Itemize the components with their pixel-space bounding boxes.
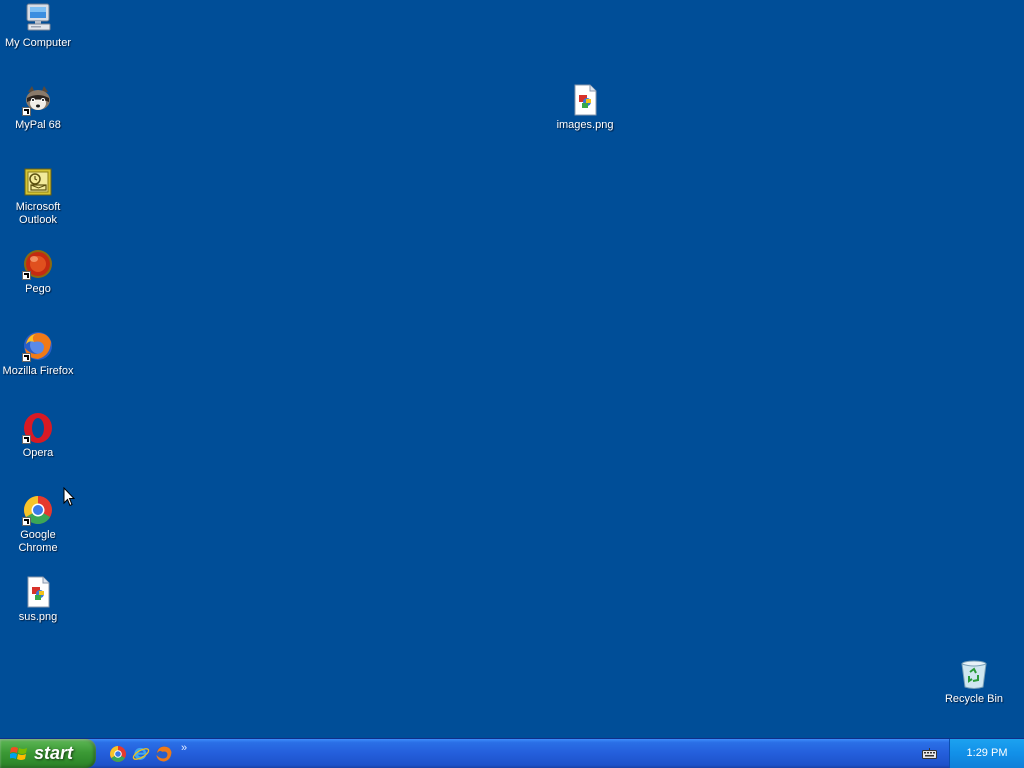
desktop-icon-recycle-bin[interactable]: Recycle Bin	[936, 658, 1012, 706]
desktop-icon-label: Mozilla Firefox	[2, 365, 74, 377]
start-label: start	[34, 743, 74, 763]
mypal-icon	[22, 84, 54, 116]
image-file-icon	[22, 576, 54, 608]
desktop-icon-label: Microsoft Outlook	[15, 201, 61, 226]
desktop-icon-label: Pego	[25, 283, 51, 295]
recycle-bin-icon	[958, 658, 990, 690]
desktop-icon-sus-png[interactable]: sus.png	[0, 576, 76, 624]
shortcut-arrow-icon	[22, 435, 31, 444]
desktop-icon-pego[interactable]: Pego	[0, 248, 76, 296]
pego-icon	[22, 248, 54, 280]
desktop-icon-firefox[interactable]: Mozilla Firefox	[0, 330, 76, 378]
system-tray: 1:29 PM	[949, 739, 1024, 768]
my-computer-icon	[22, 2, 54, 34]
shortcut-arrow-icon	[22, 107, 31, 116]
mouse-cursor-icon	[63, 487, 75, 507]
outlook-icon	[22, 166, 54, 198]
chrome-icon	[22, 494, 54, 526]
quicklaunch-overflow-button[interactable]: »	[181, 742, 187, 754]
desktop-icon-label: Recycle Bin	[944, 693, 1004, 705]
desktop-icon-label: images.png	[556, 119, 614, 131]
quicklaunch-firefox-icon[interactable]	[155, 745, 173, 763]
shortcut-arrow-icon	[22, 517, 31, 526]
opera-icon	[22, 412, 54, 444]
desktop-icon-label: Opera	[22, 447, 54, 459]
desktop-icon-opera[interactable]: Opera	[0, 412, 76, 460]
quicklaunch-internet-explorer-icon[interactable]	[132, 745, 150, 763]
shortcut-arrow-icon	[22, 271, 31, 280]
desktop-icon-my-computer[interactable]: My Computer	[0, 2, 76, 50]
taskbar: start » 1:29 PM	[0, 738, 1024, 768]
desktop-icon-label: sus.png	[18, 611, 58, 623]
desktop-icon-images-png[interactable]: images.png	[547, 84, 623, 132]
windows-logo-icon	[10, 747, 27, 760]
firefox-icon	[22, 330, 54, 362]
desktop: My Computer MyPal 68 Microsoft Outlook P…	[0, 0, 1024, 738]
start-button[interactable]: start	[0, 739, 96, 768]
shortcut-arrow-icon	[22, 353, 31, 362]
desktop-icon-label: Google Chrome	[18, 529, 58, 554]
desktop-icon-label: MyPal 68	[15, 119, 61, 131]
desktop-icon-mypal[interactable]: MyPal 68	[0, 84, 76, 132]
desktop-icon-outlook[interactable]: Microsoft Outlook	[0, 166, 76, 227]
desktop-icon-label: My Computer	[4, 37, 72, 49]
image-file-icon	[569, 84, 601, 116]
clock[interactable]: 1:29 PM	[950, 739, 1024, 768]
quicklaunch-chrome-icon[interactable]	[109, 745, 127, 763]
keyboard-icon[interactable]	[922, 748, 937, 760]
